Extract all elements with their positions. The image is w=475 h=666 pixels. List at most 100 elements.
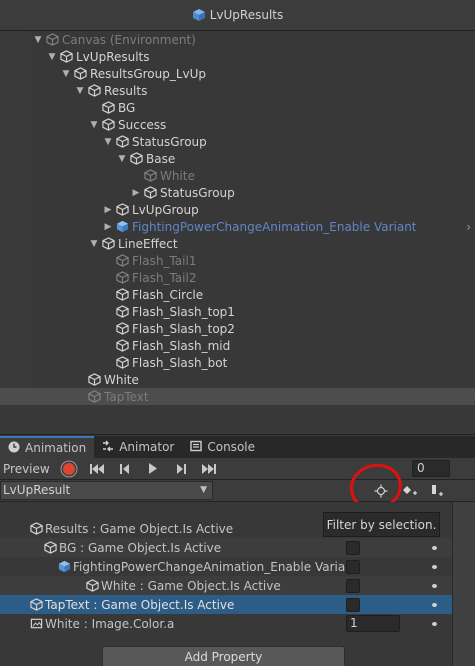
prefab-variant-icon <box>57 560 71 574</box>
foldout-collapsed-icon[interactable]: ▶ <box>102 205 114 215</box>
foldout-expanded-icon[interactable]: ▼ <box>32 35 44 45</box>
cube-icon <box>114 203 130 217</box>
cube-icon <box>114 254 130 268</box>
cube-icon <box>142 186 158 200</box>
clip-dropdown[interactable]: LvUpResult ▼ <box>0 481 213 500</box>
animation-clock-icon <box>8 441 20 456</box>
hierarchy-row[interactable]: ▶ StatusGroup <box>0 184 475 201</box>
property-options-icon[interactable] <box>432 584 437 588</box>
property-options-icon[interactable] <box>432 546 437 550</box>
hierarchy-row[interactable]: White <box>0 167 475 184</box>
hierarchy-row[interactable]: BG <box>0 99 475 116</box>
clip-name: LvUpResult <box>3 483 71 497</box>
foldout-expanded-icon[interactable]: ▼ <box>88 239 100 249</box>
hierarchy-row[interactable]: Flash_Circle <box>0 286 475 303</box>
hierarchy-row-label: Flash_Slash_top1 <box>132 304 235 319</box>
hierarchy-row[interactable]: ▼ Canvas (Environment) <box>0 31 475 48</box>
foldout-expanded-icon[interactable]: ▼ <box>88 120 100 130</box>
hierarchy-header: LvUpResults <box>0 0 475 31</box>
add-property-button[interactable]: Add Property <box>102 646 345 666</box>
open-prefab-chevron-icon[interactable]: › <box>466 220 471 234</box>
hierarchy-row[interactable]: ▼ Success <box>0 116 475 133</box>
next-key-icon <box>177 463 186 474</box>
hierarchy-row-label: StatusGroup <box>160 185 235 200</box>
next-key-button[interactable] <box>167 459 195 479</box>
foldout-expanded-icon[interactable]: ▼ <box>74 86 86 96</box>
frame-field[interactable]: 0 <box>412 460 450 477</box>
property-options-icon[interactable] <box>432 622 437 626</box>
hierarchy-row[interactable]: ▶ LvUpGroup <box>0 201 475 218</box>
cube-icon <box>86 390 102 404</box>
hierarchy-row-label: ResultsGroup_LvUp <box>90 66 207 81</box>
hierarchy-row[interactable]: ▼ Results <box>0 82 475 99</box>
property-label: White : Game Object.Is Active <box>101 578 281 593</box>
dopesheet-edge[interactable] <box>452 502 475 666</box>
preview-toggle[interactable]: Preview <box>0 462 55 476</box>
previous-key-button[interactable] <box>111 459 139 479</box>
property-value-field[interactable]: 1 <box>346 615 400 632</box>
cube-outline-icon <box>29 598 43 612</box>
is-active-toggle[interactable] <box>346 560 360 574</box>
animated-property-row[interactable]: BG : Game Object.Is Active <box>0 538 452 557</box>
animated-property-row[interactable]: White : Game Object.Is Active <box>0 576 452 595</box>
cube-icon <box>114 288 130 302</box>
foldout-collapsed-icon[interactable]: ▶ <box>102 222 114 232</box>
hierarchy-row[interactable]: Flash_Slash_mid <box>0 337 475 354</box>
property-options-icon[interactable] <box>432 565 437 569</box>
tab-console[interactable]: Console <box>182 436 263 458</box>
is-active-toggle[interactable] <box>346 579 360 593</box>
add-keyframe-button[interactable] <box>401 483 419 499</box>
tab-animation[interactable]: Animation <box>0 436 95 458</box>
console-icon <box>190 440 203 455</box>
cube-icon <box>100 237 116 251</box>
tab-animator[interactable]: Animator <box>94 436 182 458</box>
hierarchy-row[interactable]: ▼ Base <box>0 150 475 167</box>
first-key-button[interactable] <box>83 459 111 479</box>
animated-property-row[interactable]: FightingPowerChangeAnimation_Enable Vari… <box>0 557 452 576</box>
hierarchy-row[interactable]: Flash_Tail2 <box>0 269 475 286</box>
is-active-toggle[interactable] <box>346 598 360 612</box>
hierarchy-row-label: BG <box>118 100 136 115</box>
foldout-expanded-icon[interactable]: ▼ <box>46 52 58 62</box>
last-key-button[interactable] <box>195 459 223 479</box>
property-label: Results : Game Object.Is Active <box>45 521 234 536</box>
is-active-toggle[interactable] <box>346 541 360 555</box>
hierarchy-row[interactable]: Flash_Slash_top1 <box>0 303 475 320</box>
cube-icon <box>86 84 102 98</box>
foldout-expanded-icon[interactable]: ▼ <box>116 154 128 164</box>
record-button[interactable] <box>55 459 83 479</box>
hierarchy-tree[interactable]: ▼ Canvas (Environment) ▼ LvUpResults ▼ Result… <box>0 31 475 405</box>
animated-property-row[interactable]: White : Image.Color.a 1 <box>0 614 452 633</box>
cube-icon <box>128 152 144 166</box>
play-button[interactable] <box>139 459 167 479</box>
hierarchy-row[interactable]: ▼ LvUpResults <box>0 48 475 65</box>
hierarchy-row-label: Flash_Tail1 <box>132 253 197 268</box>
add-event-icon <box>432 485 443 496</box>
hierarchy-row[interactable]: Flash_Slash_top2 <box>0 320 475 337</box>
foldout-expanded-icon[interactable]: ▼ <box>102 137 114 147</box>
animated-property-row[interactable]: TapText : Game Object.Is Active <box>0 595 452 614</box>
hierarchy-row[interactable]: Flash_Tail1 <box>0 252 475 269</box>
clip-toolbar: LvUpResult ▼ <box>0 480 475 502</box>
hierarchy-row[interactable]: ▼ LineEffect <box>0 235 475 252</box>
property-options-icon[interactable] <box>432 603 437 607</box>
hierarchy-row-label: White <box>104 372 139 387</box>
hierarchy-row[interactable]: ▶ FightingPowerChangeAnimation_Enable Var… <box>0 218 475 235</box>
add-event-button[interactable] <box>428 483 446 499</box>
hierarchy-row[interactable]: White <box>0 371 475 388</box>
foldout-expanded-icon[interactable]: ▼ <box>60 69 72 79</box>
cube-icon <box>114 322 130 336</box>
hierarchy-row-label: Success <box>118 117 167 132</box>
hierarchy-row[interactable]: ▼ ResultsGroup_LvUp <box>0 65 475 82</box>
hierarchy-row[interactable]: ▼ StatusGroup <box>0 133 475 150</box>
hierarchy-row[interactable]: Flash_Slash_bot <box>0 354 475 371</box>
property-label: FightingPowerChangeAnimation_Enable Vari… <box>73 559 346 574</box>
hierarchy-row-label: LvUpResults <box>76 49 150 64</box>
add-keyframe-icon <box>403 486 417 495</box>
hierarchy-row[interactable]: TapText <box>0 388 475 405</box>
foldout-collapsed-icon[interactable]: ▶ <box>130 188 142 198</box>
hierarchy-row-label: Flash_Slash_top2 <box>132 321 235 336</box>
filter-tooltip: Filter by selection. <box>323 512 440 537</box>
hierarchy-empty-area[interactable] <box>0 405 475 435</box>
property-label: White : Image.Color.a <box>45 616 175 631</box>
